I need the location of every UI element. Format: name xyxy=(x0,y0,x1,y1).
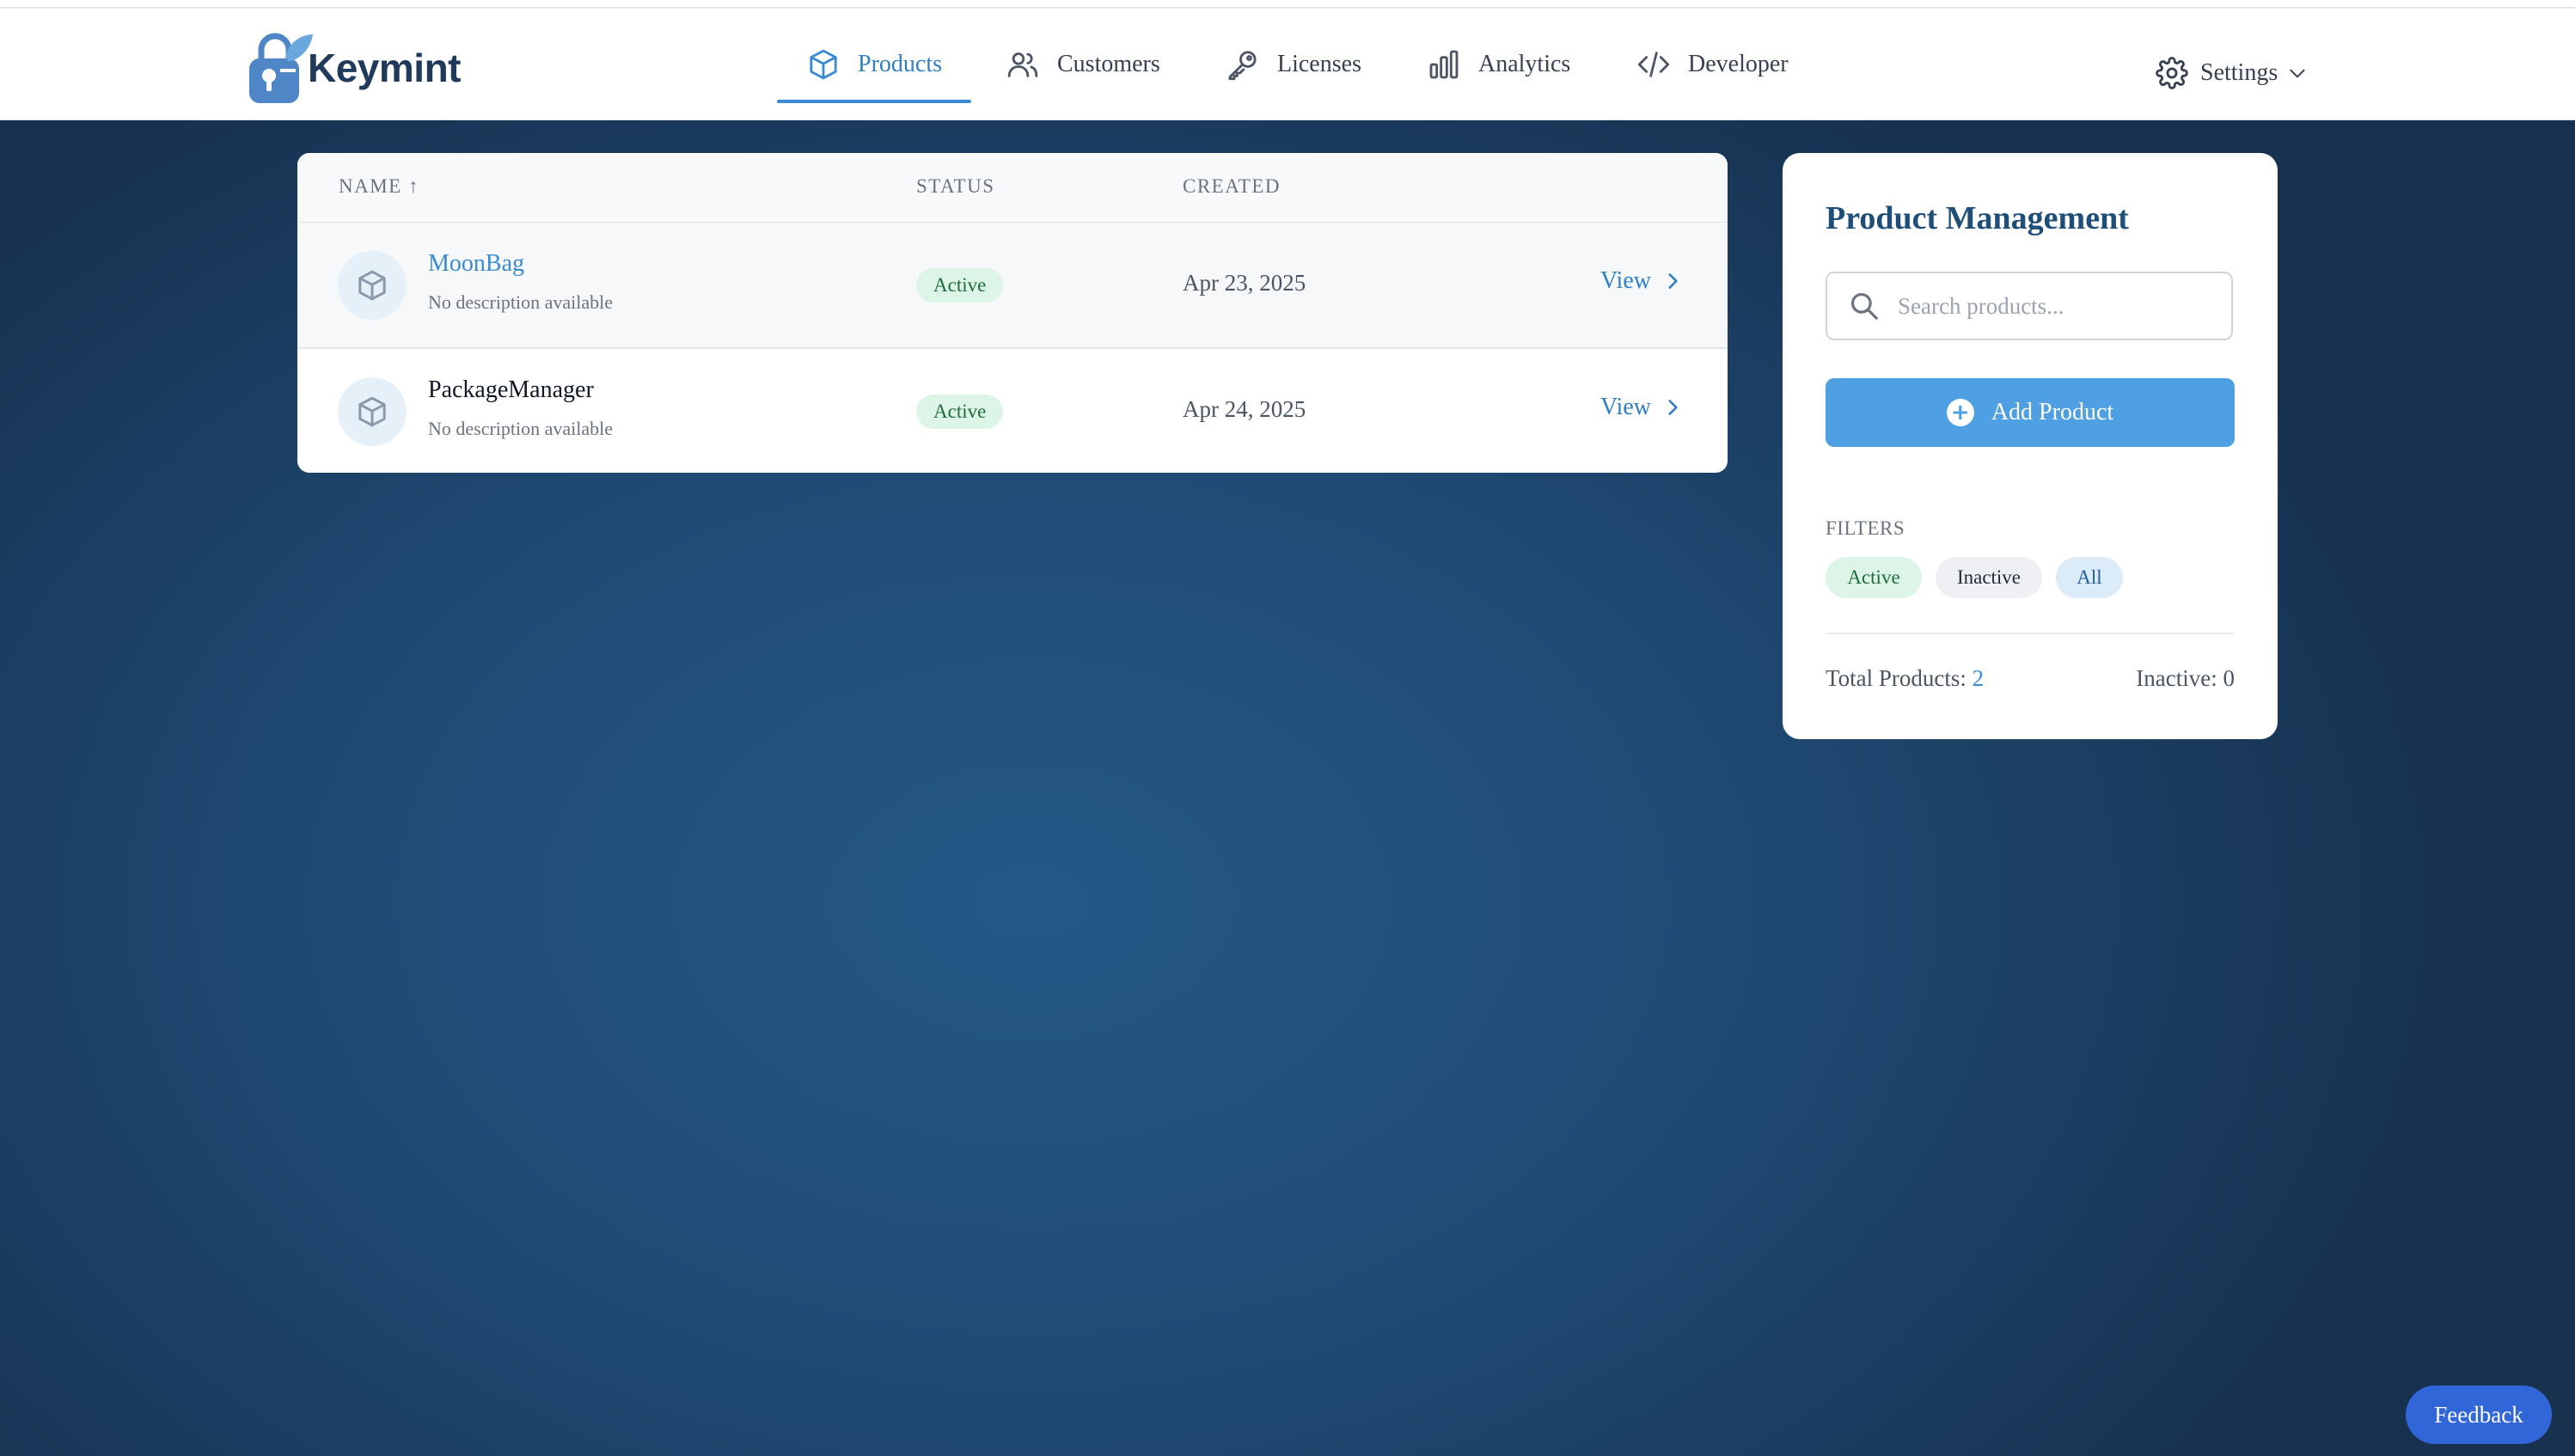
lock-leaf-logo-icon xyxy=(249,33,313,103)
settings-label: Settings xyxy=(2200,58,2278,86)
view-button[interactable]: View xyxy=(1600,394,1684,421)
code-icon xyxy=(1637,51,1670,77)
chevron-down-icon xyxy=(2290,69,2305,77)
add-product-button[interactable]: + Add Product xyxy=(1826,378,2235,447)
add-product-label: Add Product xyxy=(1991,399,2114,425)
table-header: NAME ↑ STATUS CREATED xyxy=(297,153,1728,223)
total-products-count: 2 xyxy=(1972,665,1985,691)
search-box xyxy=(1826,272,2233,340)
filter-inactive[interactable]: Inactive xyxy=(1936,557,2042,598)
box-icon xyxy=(358,396,386,427)
box-icon xyxy=(810,49,837,79)
table-row[interactable]: MoonBag No description available Active … xyxy=(297,223,1728,349)
table-row[interactable]: PackageManager No description available … xyxy=(297,349,1728,473)
search-icon xyxy=(1850,292,1878,320)
nav-developer-label: Developer xyxy=(1688,50,1789,77)
gear-icon xyxy=(2156,56,2188,89)
top-navbar: Keymint Products Customers Licenses Anal… xyxy=(0,9,2575,120)
nav-products-label: Products xyxy=(858,50,942,77)
settings-menu[interactable]: Settings xyxy=(2156,17,2309,128)
nav-customers-label: Customers xyxy=(1057,50,1160,77)
nav-customers[interactable]: Customers xyxy=(1006,9,1160,119)
inactive-count: Inactive: 0 xyxy=(2136,665,2235,691)
users-icon xyxy=(1007,52,1038,77)
column-header-status: STATUS xyxy=(916,175,995,197)
nav-developer[interactable]: Developer xyxy=(1636,9,1789,119)
filters-label: FILTERS xyxy=(1826,517,1905,539)
status-badge: Active xyxy=(916,395,1004,429)
search-input[interactable] xyxy=(1896,291,2217,321)
view-label: View xyxy=(1600,394,1651,420)
filter-active[interactable]: Active xyxy=(1826,557,1922,598)
created-date: Apr 24, 2025 xyxy=(1183,396,1306,422)
box-icon xyxy=(358,270,386,301)
nav-active-indicator xyxy=(777,100,971,103)
view-button[interactable]: View xyxy=(1600,267,1684,295)
column-header-name[interactable]: NAME ↑ xyxy=(339,175,419,198)
nav-analytics[interactable]: Analytics xyxy=(1427,9,1570,119)
divider xyxy=(1826,633,2235,634)
product-name-link[interactable]: PackageManager xyxy=(428,376,594,404)
plus-circle-icon: + xyxy=(1946,399,1974,426)
filter-all[interactable]: All xyxy=(2056,557,2123,598)
nav-licenses-label: Licenses xyxy=(1277,50,1361,77)
product-avatar xyxy=(338,251,407,320)
total-products: Total Products: 2 xyxy=(1826,665,1984,692)
panel-title: Product Management xyxy=(1826,200,2129,236)
chevron-right-icon xyxy=(1668,273,1678,289)
keymint-logo[interactable]: Keymint xyxy=(246,31,461,105)
product-description: No description available xyxy=(428,291,614,313)
nav-analytics-label: Analytics xyxy=(1478,50,1571,77)
column-header-created: CREATED xyxy=(1183,175,1281,197)
chevron-right-icon xyxy=(1668,400,1678,415)
product-avatar xyxy=(338,377,407,446)
created-date: Apr 23, 2025 xyxy=(1183,270,1306,296)
product-name-link[interactable]: MoonBag xyxy=(428,250,524,278)
brand-name: Keymint xyxy=(308,46,461,90)
product-management-panel: Product Management + Add Product FILTERS… xyxy=(1783,153,2278,739)
top-border xyxy=(0,0,2575,9)
total-products-label: Total Products: xyxy=(1826,665,1966,691)
nav-licenses[interactable]: Licenses xyxy=(1226,9,1361,119)
bar-chart-icon xyxy=(1429,50,1459,78)
view-label: View xyxy=(1600,267,1651,294)
key-icon xyxy=(1228,50,1257,80)
product-description: No description available xyxy=(428,418,614,439)
feedback-button[interactable]: Feedback xyxy=(2406,1386,2552,1444)
status-badge: Active xyxy=(916,268,1004,303)
products-table: NAME ↑ STATUS CREATED MoonBag No descrip… xyxy=(297,153,1728,473)
